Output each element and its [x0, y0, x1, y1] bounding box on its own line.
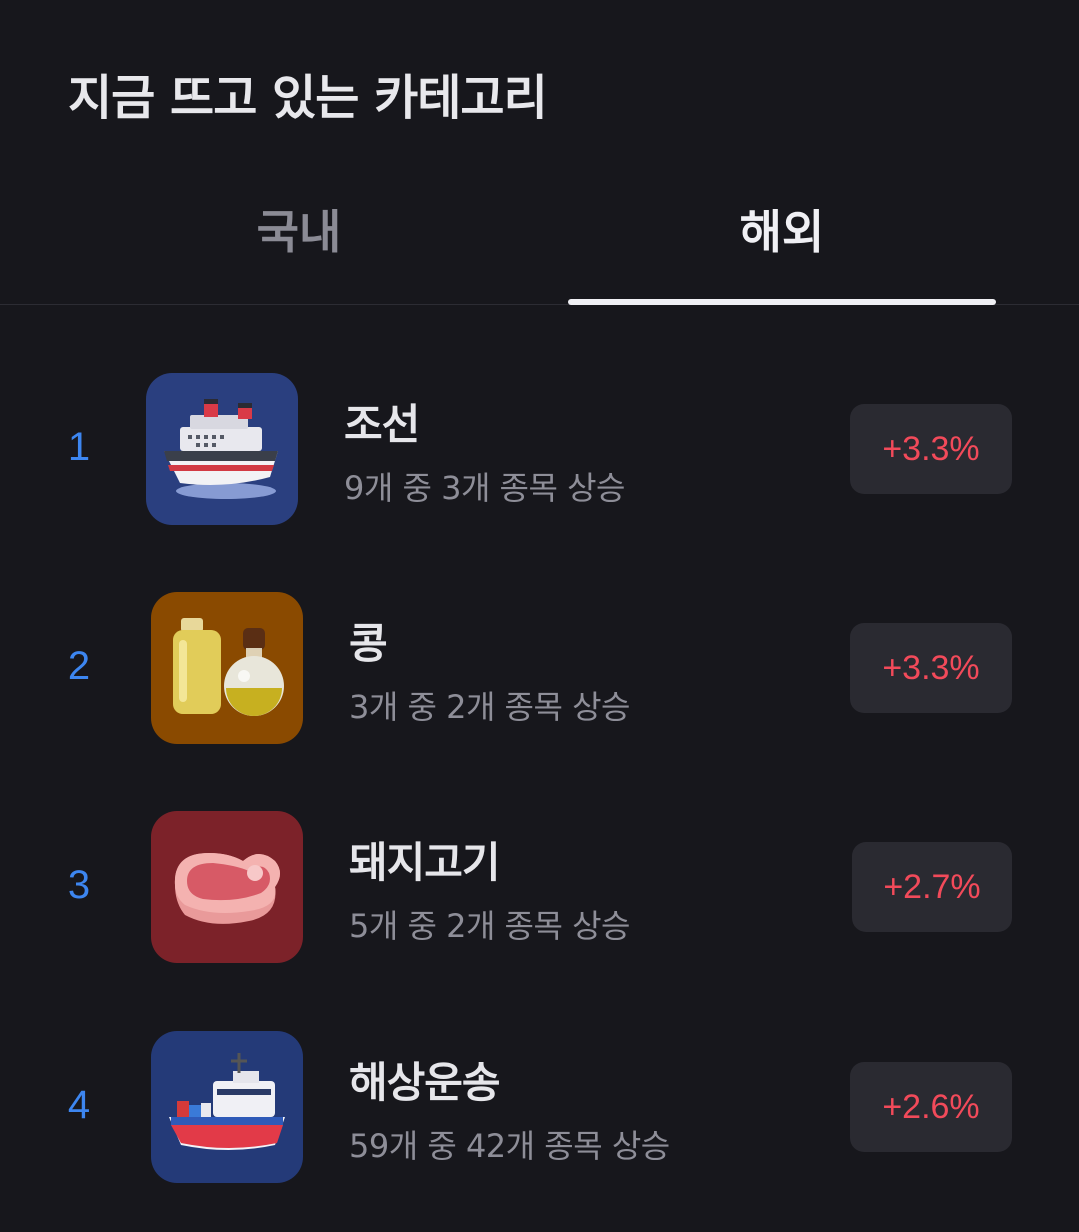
category-subtitle: 5개 중 2개 종목 상승	[349, 907, 631, 945]
category-name: 콩	[349, 619, 388, 668]
category-subtitle: 3개 중 2개 종목 상승	[349, 688, 631, 726]
category-subtitle: 59개 중 42개 종목 상승	[349, 1127, 670, 1165]
rank-number: 2	[67, 644, 91, 688]
cruise-ship-icon	[146, 373, 298, 525]
category-name: 조선	[344, 400, 420, 449]
category-name: 해상운송	[349, 1058, 501, 1107]
trending-categories-screen: 지금 뜨고 있는 카테고리 국내 해외 1 조선 9개 중 3개 종목 상승 +…	[0, 0, 1079, 1232]
category-item-soybean[interactable]: 2 콩 3개 중 2개 종목 상승 +3.3%	[0, 592, 1079, 744]
category-item-pork[interactable]: 3 돼지고기 5개 중 2개 종목 상승 +2.7%	[0, 811, 1079, 963]
oil-bottles-icon	[151, 592, 303, 744]
change-badge: +2.7%	[852, 842, 1012, 932]
category-item-shipbuilding[interactable]: 1 조선 9개 중 3개 종목 상승 +3.3%	[0, 373, 1079, 525]
meat-steak-icon	[151, 811, 303, 963]
category-item-shipping[interactable]: 4 해상운송 59개 중 42개 종목 상승 +2.6%	[0, 1031, 1079, 1183]
tab-overseas[interactable]: 해외	[568, 196, 996, 262]
change-badge: +3.3%	[850, 404, 1012, 494]
category-subtitle: 9개 중 3개 종목 상승	[344, 469, 626, 507]
market-tabs: 국내 해외	[0, 176, 1079, 305]
cargo-ship-icon	[151, 1031, 303, 1183]
rank-number: 3	[67, 863, 91, 907]
page-title: 지금 뜨고 있는 카테고리	[68, 70, 548, 126]
change-badge: +3.3%	[850, 623, 1012, 713]
rank-number: 1	[67, 425, 91, 469]
active-tab-indicator	[568, 299, 996, 305]
rank-number: 4	[67, 1083, 91, 1127]
category-name: 돼지고기	[349, 838, 501, 887]
change-badge: +2.6%	[850, 1062, 1012, 1152]
tab-domestic[interactable]: 국내	[60, 196, 538, 262]
